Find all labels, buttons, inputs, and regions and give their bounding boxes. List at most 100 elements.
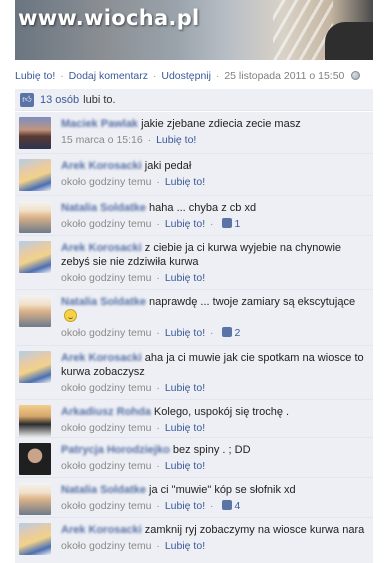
comment-like-link[interactable]: Lubię to! (165, 327, 205, 339)
photo-shadow (325, 22, 373, 60)
separator: · (210, 218, 214, 230)
comment-time[interactable]: około godziny temu (61, 272, 151, 284)
comment-like-count[interactable]: 1 (234, 218, 240, 230)
comment-text: zamknij ryj zobaczymy na wiosce kurwa na… (144, 524, 365, 536)
post-timestamp: 25 listopada 2011 o 15:50 (224, 70, 345, 82)
comment-author[interactable]: Natalia Soldatke (61, 484, 146, 496)
watermark: www.wiocha.pl (18, 6, 200, 30)
avatar[interactable] (19, 405, 51, 437)
separator: · (152, 70, 157, 82)
post-actions: Lubię to! · Dodaj komentarz · Udostępnij… (15, 70, 361, 82)
comment-author[interactable]: Arek Korosacki (61, 160, 142, 172)
comment: Natalia Soldatke naprawdę ... twoje zami… (15, 290, 373, 346)
comment-text: Kolego, uspokój się trochę . (153, 406, 290, 418)
comment-meta: około godziny temu · Lubię to! · 1 (61, 217, 367, 231)
comment: Natalia Soldatke ja ci "muwie" kóp se sł… (15, 478, 373, 518)
comment-meta: około godziny temu · Lubię to! · 4 (61, 499, 367, 513)
comment-like-link[interactable]: Lubię to! (165, 382, 205, 394)
separator: · (210, 500, 214, 512)
comment-meta: około godziny temu · Lubię to! · 2 (61, 326, 367, 340)
comment-meta: około godziny temu · Lubię to! (61, 271, 367, 285)
comment-like-link[interactable]: Lubię to! (165, 218, 205, 230)
avatar[interactable] (19, 117, 51, 149)
smiley-icon (64, 309, 77, 322)
comment-time[interactable]: około godziny temu (61, 460, 151, 472)
comment-meta: około godziny temu · Lubię to! (61, 175, 367, 189)
comment-author[interactable]: Maciek Pawlak (61, 118, 138, 130)
comment-like-link[interactable]: Lubię to! (156, 134, 196, 146)
comment-time[interactable]: około godziny temu (61, 218, 151, 230)
share-link[interactable]: Udostępnij (161, 70, 211, 82)
separator: · (156, 540, 160, 552)
comment-time[interactable]: około godziny temu (61, 422, 151, 434)
comment-time[interactable]: około godziny temu (61, 382, 151, 394)
avatar[interactable] (19, 483, 51, 515)
separator: · (156, 500, 160, 512)
comment-meta: 15 marca o 15:16 · Lubię to! (61, 133, 367, 147)
separator: · (60, 70, 64, 82)
comment-meta: około godziny temu · Lubię to! (61, 421, 367, 435)
comment-meta: około godziny temu · Lubię to! (61, 381, 367, 395)
comment: Arek Korosacki z ciebie ja ci kurwa wyje… (15, 236, 373, 290)
thumbs-up-icon: 👍︎ (20, 92, 34, 107)
avatar[interactable] (19, 443, 51, 475)
comment-like-link[interactable]: Lubię to! (165, 272, 205, 284)
avatar[interactable] (19, 201, 51, 233)
separator: · (156, 422, 160, 434)
avatar[interactable] (19, 351, 51, 383)
comment-author[interactable]: Natalia Soldatke (61, 202, 146, 214)
comment-author[interactable]: Arkadiusz Rohda (61, 406, 151, 418)
avatar[interactable] (19, 295, 51, 327)
comment-author[interactable]: Arek Korosacki (61, 524, 142, 536)
comment-author[interactable]: Arek Korosacki (61, 352, 142, 364)
comment-author[interactable]: Natalia Soldatke (61, 296, 146, 308)
comment-time[interactable]: około godziny temu (61, 176, 151, 188)
comment-author[interactable]: Patrycja Horodziejko (61, 444, 170, 456)
avatar[interactable] (19, 523, 51, 555)
separator: · (156, 382, 160, 394)
avatar[interactable] (19, 241, 51, 273)
globe-icon[interactable] (351, 71, 361, 80)
comment-like-link[interactable]: Lubię to! (165, 500, 205, 512)
comment: Maciek Pawlak jakie zjebane zdiecia zeci… (15, 112, 373, 154)
like-count-icon (222, 218, 233, 228)
comment-time[interactable]: około godziny temu (61, 540, 151, 552)
comment-like-link[interactable]: Lubię to! (165, 540, 205, 552)
avatar[interactable] (19, 159, 51, 191)
like-count-icon (222, 500, 233, 510)
comment-meta: około godziny temu · Lubię to! (61, 539, 367, 553)
comment-time[interactable]: około godziny temu (61, 327, 151, 339)
separator: · (156, 218, 160, 230)
comment-text: ja ci "muwie" kóp se słofnik xd (149, 484, 296, 496)
comment-like-count[interactable]: 4 (234, 500, 240, 512)
separator: · (156, 272, 160, 284)
comment-thread: Maciek Pawlak jakie zjebane zdiecia zeci… (15, 112, 373, 563)
separator: · (156, 460, 160, 472)
separator: · (156, 176, 160, 188)
comment: Patrycja Horodziejko bez spiny . ; DD ok… (15, 438, 373, 478)
separator: · (156, 327, 160, 339)
comment: Arek Korosacki aha ja ci muwie jak cie s… (15, 346, 373, 400)
likes-suffix: lubi to. (83, 93, 116, 106)
comment: Arek Korosacki zamknij ryj zobaczymy na … (15, 518, 373, 563)
likes-bar: 👍︎ 13 osób lubi to. (15, 89, 373, 111)
comment-like-link[interactable]: Lubię to! (165, 176, 205, 188)
like-count-icon (222, 327, 233, 337)
comment-time[interactable]: około godziny temu (61, 500, 151, 512)
photo-railing (273, 0, 333, 60)
comment-text: bez spiny . ; DD (172, 444, 251, 456)
comment-author[interactable]: Arek Korosacki (61, 242, 142, 254)
comment-time[interactable]: 15 marca o 15:16 (61, 134, 143, 146)
comment-text: naprawdę ... twoje zamiary są ekscytując… (149, 296, 356, 308)
add-comment-link[interactable]: Dodaj komentarz (69, 70, 148, 82)
comment-like-link[interactable]: Lubię to! (165, 422, 205, 434)
post-photo[interactable]: www.wiocha.pl (15, 0, 373, 60)
comment-text: jakie zjebane zdiecia zecie masz (141, 118, 301, 130)
likes-count-link[interactable]: 13 osób (40, 94, 79, 106)
comment-text: jaki pedał (144, 160, 192, 172)
comment-like-count[interactable]: 2 (234, 327, 240, 339)
comment-like-link[interactable]: Lubię to! (165, 460, 205, 472)
separator: · (215, 70, 220, 82)
like-post-link[interactable]: Lubię to! (15, 70, 55, 82)
comment: Natalia Soldatke haha ... chyba z cb xd … (15, 196, 373, 236)
